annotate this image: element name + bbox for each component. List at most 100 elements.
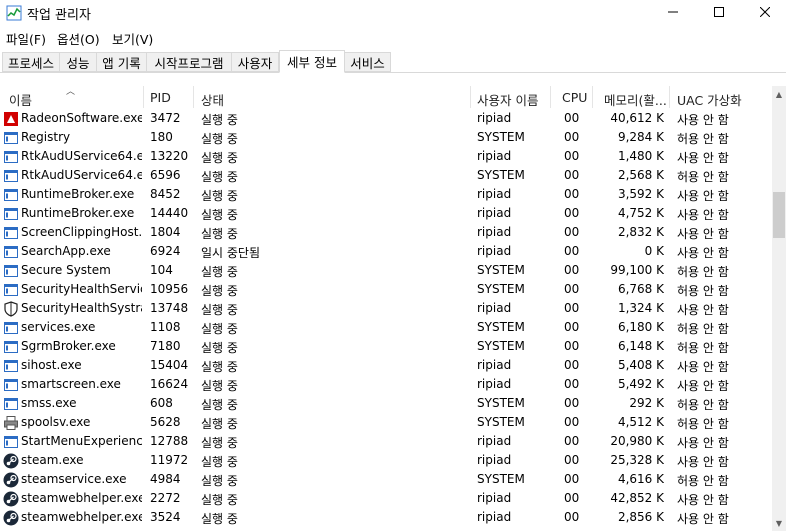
process-uac: 사용 안 함 [677, 436, 729, 450]
process-status: 실행 중 [201, 284, 238, 298]
table-row[interactable]: SecurityHealthServic... 10956 실행 중 SYSTEM 00… [0, 280, 772, 299]
column-pid[interactable]: PID [150, 90, 171, 105]
table-row[interactable]: smartscreen.exe 16624 실행 중 ripiad 00 5,492 K 사… [0, 375, 772, 394]
column-divider[interactable] [470, 86, 471, 108]
window-icon [3, 282, 19, 298]
table-row[interactable]: Registry 180 실행 중 SYSTEM 00 9,284 K 허용 안 함 [0, 128, 772, 147]
tab-processes[interactable]: 프로세스 [2, 52, 60, 72]
process-pid: 6924 [150, 244, 181, 258]
process-name: RuntimeBroker.exe [21, 187, 135, 201]
process-memory: 4,512 K [617, 415, 664, 429]
process-user: SYSTEM [477, 415, 525, 429]
scroll-thumb[interactable] [773, 192, 785, 238]
tab-app-history[interactable]: 앱 기록 [96, 52, 147, 72]
minimize-button[interactable] [650, 0, 696, 26]
process-cpu: 00 [564, 111, 580, 125]
maximize-icon [714, 6, 724, 20]
table-row[interactable]: spoolsv.exe 5628 실행 중 SYSTEM 00 4,512 K 허용 안 함 [0, 413, 772, 432]
process-name: Secure System [21, 263, 111, 277]
process-name: steamservice.exe [21, 472, 127, 486]
column-divider[interactable] [550, 86, 551, 108]
process-pid: 15404 [150, 358, 189, 372]
task-manager-icon [6, 5, 22, 21]
table-row[interactable]: RtkAudUService64.e... 13220 실행 중 ripiad 00 1,… [0, 147, 772, 166]
window-title: 작업 관리자 [27, 8, 91, 23]
process-cpu: 00 [564, 358, 580, 372]
steam-icon [3, 453, 19, 469]
table-row[interactable]: RuntimeBroker.exe 14440 실행 중 ripiad 00 4,752 … [0, 204, 772, 223]
window-icon [3, 339, 19, 355]
process-name: SearchApp.exe [21, 244, 111, 258]
column-status[interactable]: 상태 [201, 90, 224, 109]
process-pid: 14440 [150, 206, 189, 220]
process-user: ripiad [477, 434, 512, 448]
table-row[interactable]: RuntimeBroker.exe 8452 실행 중 ripiad 00 3,592 K… [0, 185, 772, 204]
process-user: ripiad [477, 149, 512, 163]
table-row[interactable]: sihost.exe 15404 실행 중 ripiad 00 5,408 K 사용 안 함 [0, 356, 772, 375]
table-row[interactable]: Secure System 104 실행 중 SYSTEM 00 99,100 K 허용 안… [0, 261, 772, 280]
maximize-button[interactable] [696, 0, 742, 26]
table-row[interactable]: ScreenClippingHost.... 1804 실행 중 ripiad 00 2,… [0, 223, 772, 242]
process-user: SYSTEM [477, 320, 525, 334]
table-row[interactable]: SecurityHealthSystra... 13748 실행 중 ripiad 00… [0, 299, 772, 318]
process-memory: 6,768 K [617, 282, 664, 296]
table-row[interactable]: RadeonSoftware.exe 3472 실행 중 ripiad 00 40,612… [0, 109, 772, 128]
process-cpu: 00 [564, 453, 580, 467]
table-row[interactable]: steamservice.exe 4984 실행 중 SYSTEM 00 4,616 K 허… [0, 470, 772, 489]
process-pid: 5628 [150, 415, 181, 429]
menu-options[interactable]: 옵션(O) [57, 29, 100, 48]
column-divider[interactable] [592, 86, 593, 108]
process-status: 실행 중 [201, 455, 238, 469]
column-memory[interactable]: 메모리(활... [604, 90, 667, 109]
process-uac: 사용 안 함 [677, 512, 729, 526]
tab-users[interactable]: 사용자 [231, 52, 279, 72]
column-name[interactable]: 이름 [9, 90, 32, 109]
process-cpu: 00 [564, 206, 580, 220]
process-status: 실행 중 [201, 113, 238, 127]
tab-performance[interactable]: 성능 [59, 52, 97, 72]
table-row[interactable]: services.exe 1108 실행 중 SYSTEM 00 6,180 K 허용 안 … [0, 318, 772, 337]
menu-view[interactable]: 보기(V) [112, 29, 153, 48]
table-row[interactable]: RtkAudUService64.e... 6596 실행 중 SYSTEM 00 2,5… [0, 166, 772, 185]
column-divider[interactable] [669, 86, 670, 108]
process-memory: 2,832 K [617, 225, 664, 239]
process-status: 실행 중 [201, 227, 238, 241]
table-row[interactable]: SearchApp.exe 6924 일시 중단됨 ripiad 00 0 K 사용 안 함 [0, 242, 772, 261]
process-memory: 6,148 K [617, 339, 664, 353]
process-user: SYSTEM [477, 339, 525, 353]
close-button[interactable] [742, 0, 786, 26]
tab-startup[interactable]: 시작프로그램 [146, 52, 232, 72]
window-icon [3, 263, 19, 279]
process-user: ripiad [477, 453, 512, 467]
table-row[interactable]: StartMenuExperienc... 12788 실행 중 ripiad 00 20… [0, 432, 772, 451]
table-row[interactable]: steam.exe 11972 실행 중 ripiad 00 25,328 K 사용 안 함 [0, 451, 772, 470]
process-cpu: 00 [564, 149, 580, 163]
menu-file[interactable]: 파일(F) [6, 29, 46, 48]
scroll-up-arrow-icon[interactable]: ▲ [772, 86, 786, 102]
table-row[interactable]: steamwebhelper.exe 2272 실행 중 ripiad 00 42,852… [0, 489, 772, 508]
process-name: smss.exe [21, 396, 77, 410]
vertical-scrollbar[interactable]: ▲ ▼ [772, 86, 786, 531]
tab-details[interactable]: 세부 정보 [279, 50, 345, 73]
table-row[interactable]: steamwebhelper.exe 3524 실행 중 ripiad 00 2,856 … [0, 508, 772, 527]
column-divider[interactable] [143, 86, 144, 108]
column-user[interactable]: 사용자 이름 [477, 90, 538, 109]
process-status: 일시 중단됨 [201, 246, 261, 260]
process-memory: 3,592 K [617, 187, 664, 201]
column-uac[interactable]: UAC 가상화 [677, 90, 742, 109]
table-row[interactable]: SgrmBroker.exe 7180 실행 중 SYSTEM 00 6,148 K 허용 … [0, 337, 772, 356]
process-memory: 292 K [629, 396, 664, 410]
process-cpu: 00 [564, 415, 580, 429]
process-cpu: 00 [564, 301, 580, 315]
process-uac: 사용 안 함 [677, 227, 729, 241]
process-pid: 10956 [150, 282, 189, 296]
tab-services[interactable]: 서비스 [344, 52, 391, 72]
process-name: spoolsv.exe [21, 415, 91, 429]
table-row[interactable]: smss.exe 608 실행 중 SYSTEM 00 292 K 허용 안 함 [0, 394, 772, 413]
column-divider[interactable] [193, 86, 194, 108]
column-cpu[interactable]: CPU [562, 90, 587, 105]
window-icon [3, 168, 19, 184]
process-cpu: 00 [564, 263, 580, 277]
process-pid: 3472 [150, 111, 181, 125]
scroll-down-arrow-icon[interactable]: ▼ [772, 515, 786, 531]
